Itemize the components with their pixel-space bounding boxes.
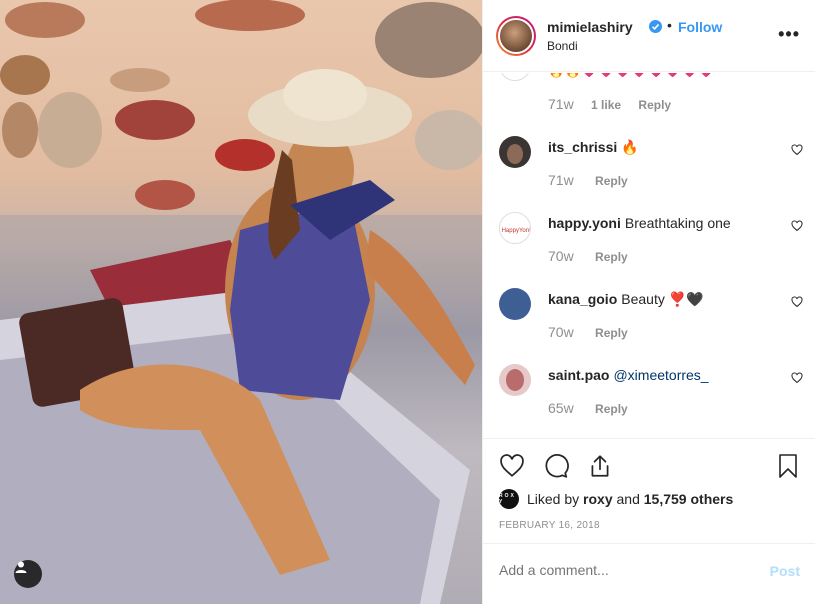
comment-username[interactable]: its_chrissi [548,139,617,155]
comment-time[interactable]: 70w [548,324,574,340]
post-photo-illustration [0,0,482,604]
heart-icon[interactable] [499,453,525,479]
comment-icon[interactable] [543,453,569,479]
share-icon[interactable] [587,453,613,479]
post-header: mimielashiry • Follow Bondi ••• [483,0,815,72]
svg-text:HappyYoni: HappyYoni [502,228,531,234]
post-date[interactable]: FEBRUARY 16, 2018 [499,520,600,531]
author-username[interactable]: mimielashiry [547,19,633,35]
likes-conj: and [616,491,640,507]
comment-username[interactable]: saint.pao [548,367,609,383]
comment-item: its_chrissi 🔥 71w Reply [483,136,815,212]
comment-input[interactable] [499,562,739,578]
comment-body: happy.yoni Breathtaking one [548,214,778,232]
comments-list[interactable]: 🔥🔥💗💗💗💗💗💗💗💗 71w 1 like Reply its_chrissi🔥… [483,73,815,438]
comment-item: HappyYoni happy.yoni Breathtaking one 70w… [483,212,815,288]
comment-username[interactable]: happy.yoni [548,215,621,231]
comment-text: Breathtaking one [624,215,731,231]
comment-reply-button[interactable]: Reply [595,174,628,188]
comment-text: 🔥 [621,139,639,155]
post-side-panel: mimielashiry • Follow Bondi ••• 🔥🔥💗💗💗💗💗💗… [482,0,815,604]
liker-username[interactable]: roxy [583,491,613,507]
comment-likes[interactable]: 1 like [591,98,621,112]
comment-reply-button[interactable]: Reply [595,250,628,264]
comment-meta: 71w Reply [548,172,646,188]
post-comment-button[interactable]: Post [770,563,800,579]
post-location[interactable]: Bondi [547,39,578,53]
comment-reply-button[interactable]: Reply [595,402,628,416]
comment-item: kana_goio Beauty ❣️🖤 70w Reply [483,288,815,364]
likes-text: Liked by roxy and 15,759 others [527,491,733,507]
comment-text: Beauty ❣️🖤 [621,291,704,307]
verified-badge-icon [649,20,662,33]
likes-prefix: Liked by [527,491,580,507]
comment-time[interactable]: 70w [548,248,574,264]
follow-button[interactable]: Follow [678,19,722,35]
comment-like-icon[interactable] [791,220,803,232]
comment-avatar[interactable] [499,136,531,168]
comment-body: kana_goio Beauty ❣️🖤 [548,290,778,308]
comment-time[interactable]: 65w [548,400,574,416]
comment-mention-link[interactable]: @ximeetorres_ [613,367,708,383]
comment-text: 🔥🔥💗💗💗💗💗💗💗💗 [548,73,715,79]
post-actions: R O X Y Liked by roxy and 15,759 others … [483,438,815,543]
comment-reply-button[interactable]: Reply [638,98,671,112]
comment-body: its_chrissi 🔥 [548,138,778,156]
comment-time[interactable]: 71w [548,96,574,112]
comment-avatar[interactable] [499,73,531,81]
comment-username[interactable]: kana_goio [548,291,617,307]
comment-avatar[interactable] [499,288,531,320]
comment-meta: 71w 1 like Reply [548,96,685,112]
comment-item: saint.pao @ximeetorres_ 65w Reply [483,364,815,438]
comment-reply-button[interactable]: Reply [595,326,628,340]
author-avatar[interactable] [496,16,536,56]
comment-composer: Post [483,543,815,598]
comment-avatar[interactable] [499,364,531,396]
comment-like-icon[interactable] [791,372,803,384]
comment-avatar[interactable]: HappyYoni [499,212,531,244]
comment-meta: 65w Reply [548,400,646,416]
comment-like-icon[interactable] [791,296,803,308]
header-separator: • [667,17,672,33]
more-options-icon[interactable]: ••• [778,24,800,45]
person-icon [15,561,27,573]
tagged-users-button[interactable] [14,560,42,588]
comment-body: saint.pao @ximeetorres_ [548,366,778,384]
comment-like-icon[interactable] [791,144,803,156]
comment-meta: 70w Reply [548,248,646,264]
bookmark-icon[interactable] [776,453,800,479]
likes-count-link[interactable]: 15,759 others [644,491,734,507]
post-photo[interactable] [0,0,482,604]
liker-avatar[interactable]: R O X Y [499,489,519,509]
comment-meta: 70w Reply [548,324,646,340]
comment-time[interactable]: 71w [548,172,574,188]
